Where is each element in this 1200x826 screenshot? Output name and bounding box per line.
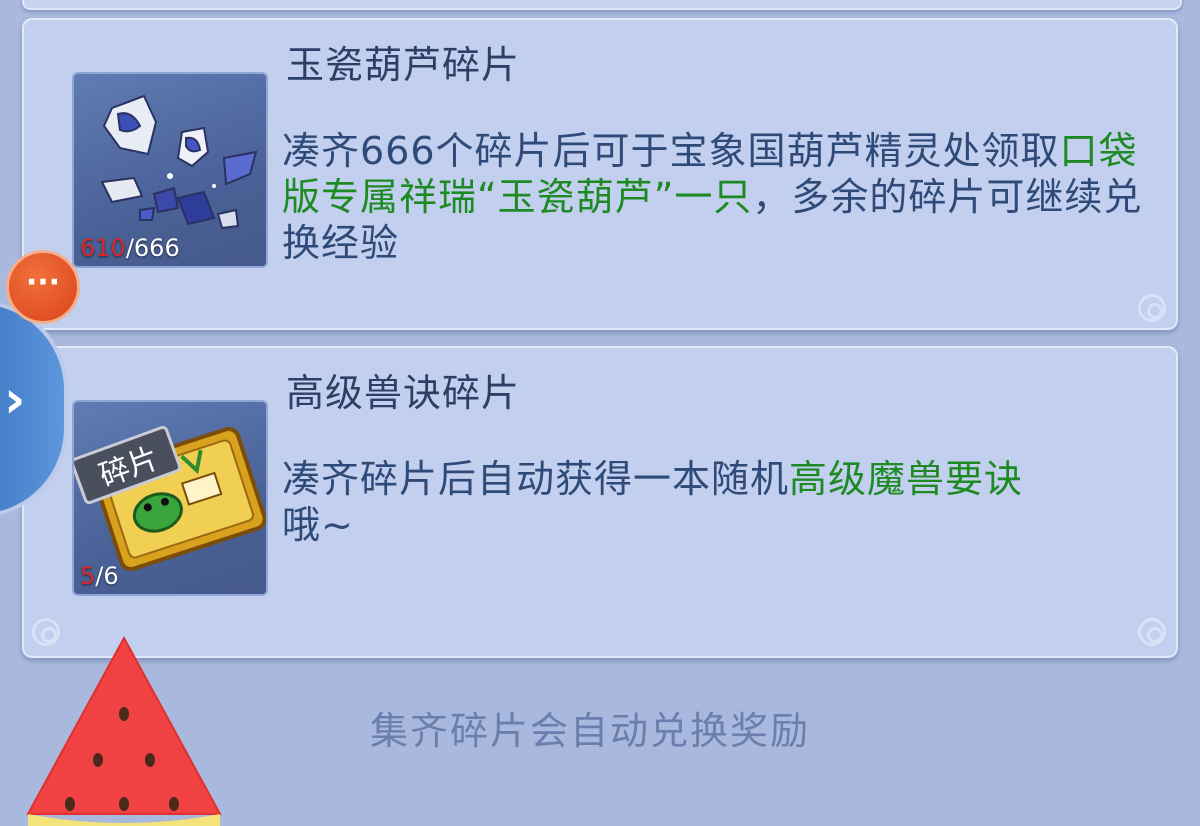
item-slot[interactable]: 610/666 (72, 72, 268, 268)
item-title: 玉瓷葫芦碎片 (286, 43, 521, 87)
watermelon-slice-icon (26, 636, 222, 826)
item-description: 凑齐666个碎片后可于宝象国葫芦精灵处领取口袋版专属祥瑞“玉瓷葫芦”一只，多余的… (282, 129, 1143, 265)
corner-ornament (1138, 294, 1166, 322)
reward-highlight: 高级魔兽要诀 (789, 457, 1024, 501)
shard-count: 610/666 (80, 234, 180, 262)
chevron-right-icon[interactable]: › (4, 370, 34, 430)
item-card-porcelain-gourd: 610/666 玉瓷葫芦碎片 凑齐666个碎片后可于宝象国葫芦精灵处领取口袋版专… (22, 18, 1178, 330)
item-title: 高级兽诀碎片 (286, 371, 521, 415)
item-card-beast-skill: 碎片 5/6 高级兽诀碎片 凑齐碎片后自动获得一本随机高级魔兽要诀 哦~ (22, 346, 1178, 658)
item-description: 凑齐碎片后自动获得一本随机高级魔兽要诀 哦~ (282, 457, 1024, 547)
item-slot[interactable]: 碎片 5/6 (72, 400, 268, 596)
more-options-button[interactable]: ··· (6, 250, 80, 324)
corner-ornament (1138, 618, 1166, 646)
previous-card-edge (22, 0, 1182, 10)
shard-count: 5/6 (80, 562, 119, 590)
